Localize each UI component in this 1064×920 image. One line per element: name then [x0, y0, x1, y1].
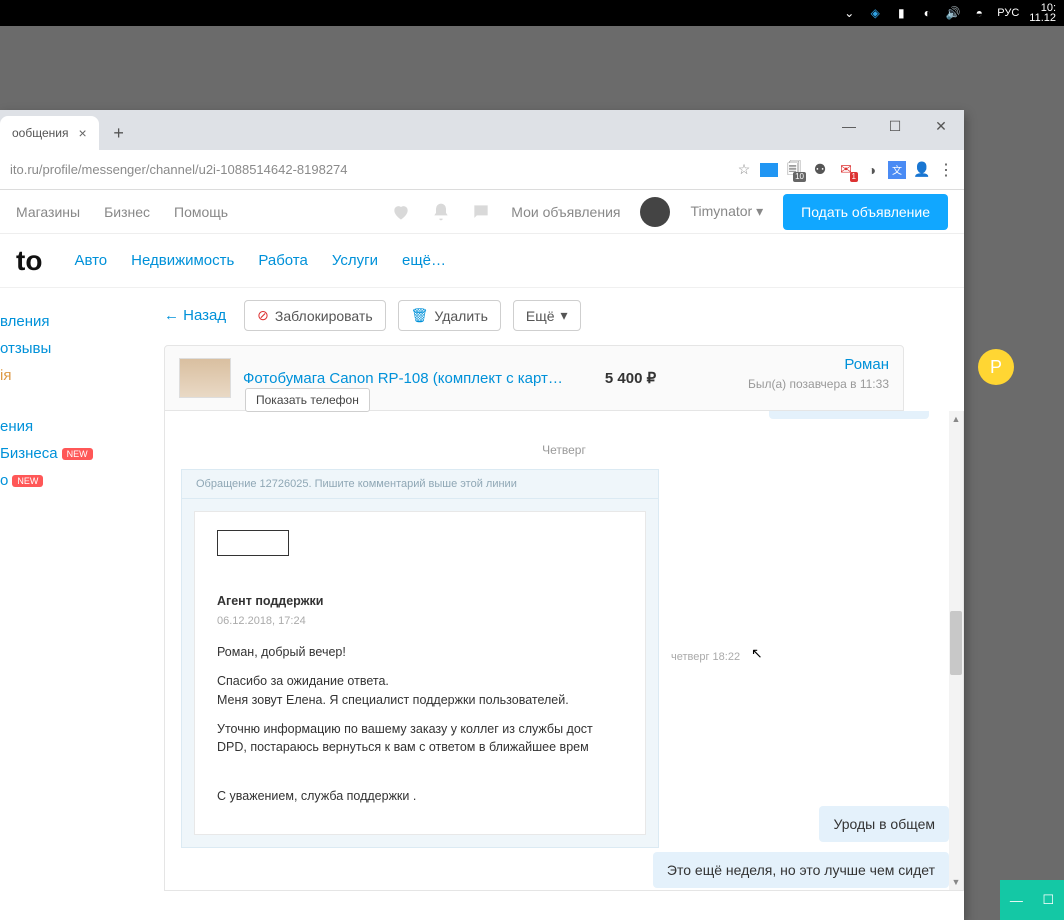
- support-letter: Агент поддержки 06.12.2018, 17:24 Роман,…: [194, 511, 646, 835]
- sidebar-item[interactable]: оNEW: [0, 467, 158, 494]
- letter-text: Спасибо за ожидание ответа. Меня зовут Е…: [217, 672, 623, 710]
- bell-icon[interactable]: [431, 202, 451, 222]
- ext-icon-counter[interactable]: 🗐10: [784, 160, 804, 180]
- chat-toolbar: ← Назад ⊘Заблокировать 🗑Удалить Ещё ▾: [164, 288, 964, 345]
- sidebar: вления отзывы ія ения БизнесаNEW оNEW: [0, 288, 164, 920]
- block-icon: ⊘: [257, 307, 269, 324]
- delete-button[interactable]: 🗑Удалить: [398, 300, 501, 331]
- profile-icon[interactable]: 👤: [912, 160, 932, 180]
- product-title[interactable]: Фотобумага Canon RP-108 (комплект с карт…: [243, 370, 563, 387]
- cat-services[interactable]: Услуги: [332, 252, 378, 269]
- chat-icon[interactable]: [471, 202, 491, 222]
- letter-text: Уточню информацию по вашему заказу у кол…: [217, 720, 623, 758]
- telegram-icon[interactable]: ◈: [867, 5, 883, 21]
- lang-indicator[interactable]: РУС: [997, 7, 1019, 19]
- network-icon[interactable]: ◓: [971, 5, 987, 21]
- chat-body: Четверг Обращение 12726025. Пишите комме…: [164, 411, 964, 891]
- letter-agent: Агент поддержки: [217, 592, 623, 611]
- gmail-icon[interactable]: ✉1: [836, 160, 856, 180]
- my-ads-link[interactable]: Мои объявления: [511, 204, 620, 220]
- site-logo[interactable]: to: [16, 245, 42, 277]
- category-bar: to Авто Недвижимость Работа Услуги ещё…: [0, 234, 964, 288]
- cat-realty[interactable]: Недвижимость: [131, 252, 234, 269]
- translate-icon[interactable]: 文: [888, 161, 906, 179]
- day-separator: Четверг: [165, 443, 963, 457]
- url-text[interactable]: ito.ru/profile/messenger/channel/u2i-108…: [10, 162, 348, 177]
- nav-business[interactable]: Бизнес: [104, 204, 150, 220]
- more-button[interactable]: Ещё ▾: [513, 300, 581, 331]
- show-phone-button[interactable]: Показать телефон: [245, 388, 370, 412]
- sidebar-item[interactable]: ія: [0, 362, 158, 389]
- message-bubble: Это ещё неделя, но это лучше чем сидет: [653, 852, 949, 888]
- ext-icon-globe[interactable]: ◑: [862, 160, 882, 180]
- browser-tab[interactable]: ообщения ×: [0, 116, 99, 150]
- cat-jobs[interactable]: Работа: [258, 252, 308, 269]
- attachment-header: Обращение 12726025. Пишите комментарий в…: [182, 470, 658, 499]
- message-bubble-partial: [769, 411, 929, 419]
- ext-icon-dots[interactable]: ⚉: [810, 160, 830, 180]
- peer-status: Был(а) позавчера в 11:33: [748, 377, 889, 391]
- letter-signature: С уважением, служба поддержки .: [217, 787, 623, 806]
- taskbar-clock[interactable]: 10: 11.12: [1029, 3, 1056, 23]
- close-icon[interactable]: ×: [78, 125, 86, 141]
- scroll-down-icon[interactable]: ▼: [949, 874, 963, 890]
- os-taskbar: ⌄ ◈ ▮ ◐ 🔊 ◓ РУС 10: 11.12: [0, 0, 1064, 26]
- product-thumbnail[interactable]: [179, 358, 231, 398]
- message-bubble: Уроды в общем: [819, 806, 949, 842]
- volume-icon[interactable]: 🔊: [945, 5, 961, 21]
- peer-name[interactable]: Роман: [748, 356, 889, 373]
- browser-menu[interactable]: ⋮: [938, 160, 954, 180]
- post-ad-button[interactable]: Подать объявление: [783, 194, 948, 230]
- username[interactable]: Timynator ▾: [690, 203, 763, 220]
- window-controls: — ☐ ✕: [826, 110, 964, 142]
- block-button[interactable]: ⊘Заблокировать: [244, 300, 385, 331]
- heart-icon[interactable]: [391, 202, 411, 222]
- peer-avatar[interactable]: Р: [978, 349, 1014, 385]
- sidebar-item[interactable]: вления: [0, 308, 158, 335]
- site-header: Магазины Бизнес Помощь Мои объявления Ti…: [0, 190, 964, 234]
- trash-icon: 🗑: [411, 307, 429, 324]
- new-tab-button[interactable]: +: [105, 119, 133, 147]
- nav-shops[interactable]: Магазины: [16, 204, 80, 220]
- letter-greeting: Роман, добрый вечер!: [217, 643, 623, 662]
- tab-title: ообщения: [12, 126, 68, 140]
- chevron-down-icon[interactable]: ⌄: [841, 5, 857, 21]
- chat-scrollbar[interactable]: ▲ ▼: [949, 411, 963, 890]
- cat-auto[interactable]: Авто: [74, 252, 107, 269]
- letter-logo-box: [217, 530, 289, 556]
- messenger-pane: ← Назад ⊘Заблокировать 🗑Удалить Ещё ▾ Фо…: [164, 288, 964, 920]
- maximize-button[interactable]: ☐: [872, 110, 918, 142]
- minimize-button[interactable]: —: [826, 110, 872, 142]
- box-icon[interactable]: ☐: [1043, 892, 1055, 908]
- scroll-thumb[interactable]: [950, 611, 962, 675]
- cursor-icon: ↖: [751, 645, 763, 662]
- message-attachment[interactable]: Обращение 12726025. Пишите комментарий в…: [181, 469, 659, 848]
- cat-more[interactable]: ещё…: [402, 252, 446, 269]
- steam-icon[interactable]: ◐: [919, 5, 935, 21]
- star-icon[interactable]: ☆: [734, 160, 754, 180]
- tray-icon-1[interactable]: ▮: [893, 5, 909, 21]
- product-price: 5 400 ₽: [605, 369, 656, 387]
- browser-tabstrip: ообщения × + — ☐ ✕: [0, 110, 964, 150]
- browser-urlbar: ito.ru/profile/messenger/channel/u2i-108…: [0, 150, 964, 190]
- nav-help[interactable]: Помощь: [174, 204, 228, 220]
- message-timestamp: четверг 18:22: [671, 651, 740, 663]
- back-link[interactable]: ← Назад: [164, 307, 226, 324]
- browser-window: ообщения × + — ☐ ✕ ito.ru/profile/messen…: [0, 110, 964, 920]
- peer-info: Роман Был(а) позавчера в 11:33: [748, 356, 889, 391]
- sidebar-item[interactable]: отзывы: [0, 335, 158, 362]
- letter-timestamp: 06.12.2018, 17:24: [217, 613, 623, 630]
- sidebar-item[interactable]: ения: [0, 413, 158, 440]
- ext-icon-blue[interactable]: [760, 163, 778, 177]
- chat-header: Фотобумага Canon RP-108 (комплект с карт…: [164, 345, 904, 411]
- close-button[interactable]: ✕: [918, 110, 964, 142]
- task-switcher[interactable]: — ☐: [1000, 880, 1064, 920]
- avatar[interactable]: [640, 197, 670, 227]
- scroll-up-icon[interactable]: ▲: [949, 411, 963, 427]
- min-icon[interactable]: —: [1010, 893, 1023, 908]
- sidebar-item[interactable]: БизнесаNEW: [0, 440, 158, 467]
